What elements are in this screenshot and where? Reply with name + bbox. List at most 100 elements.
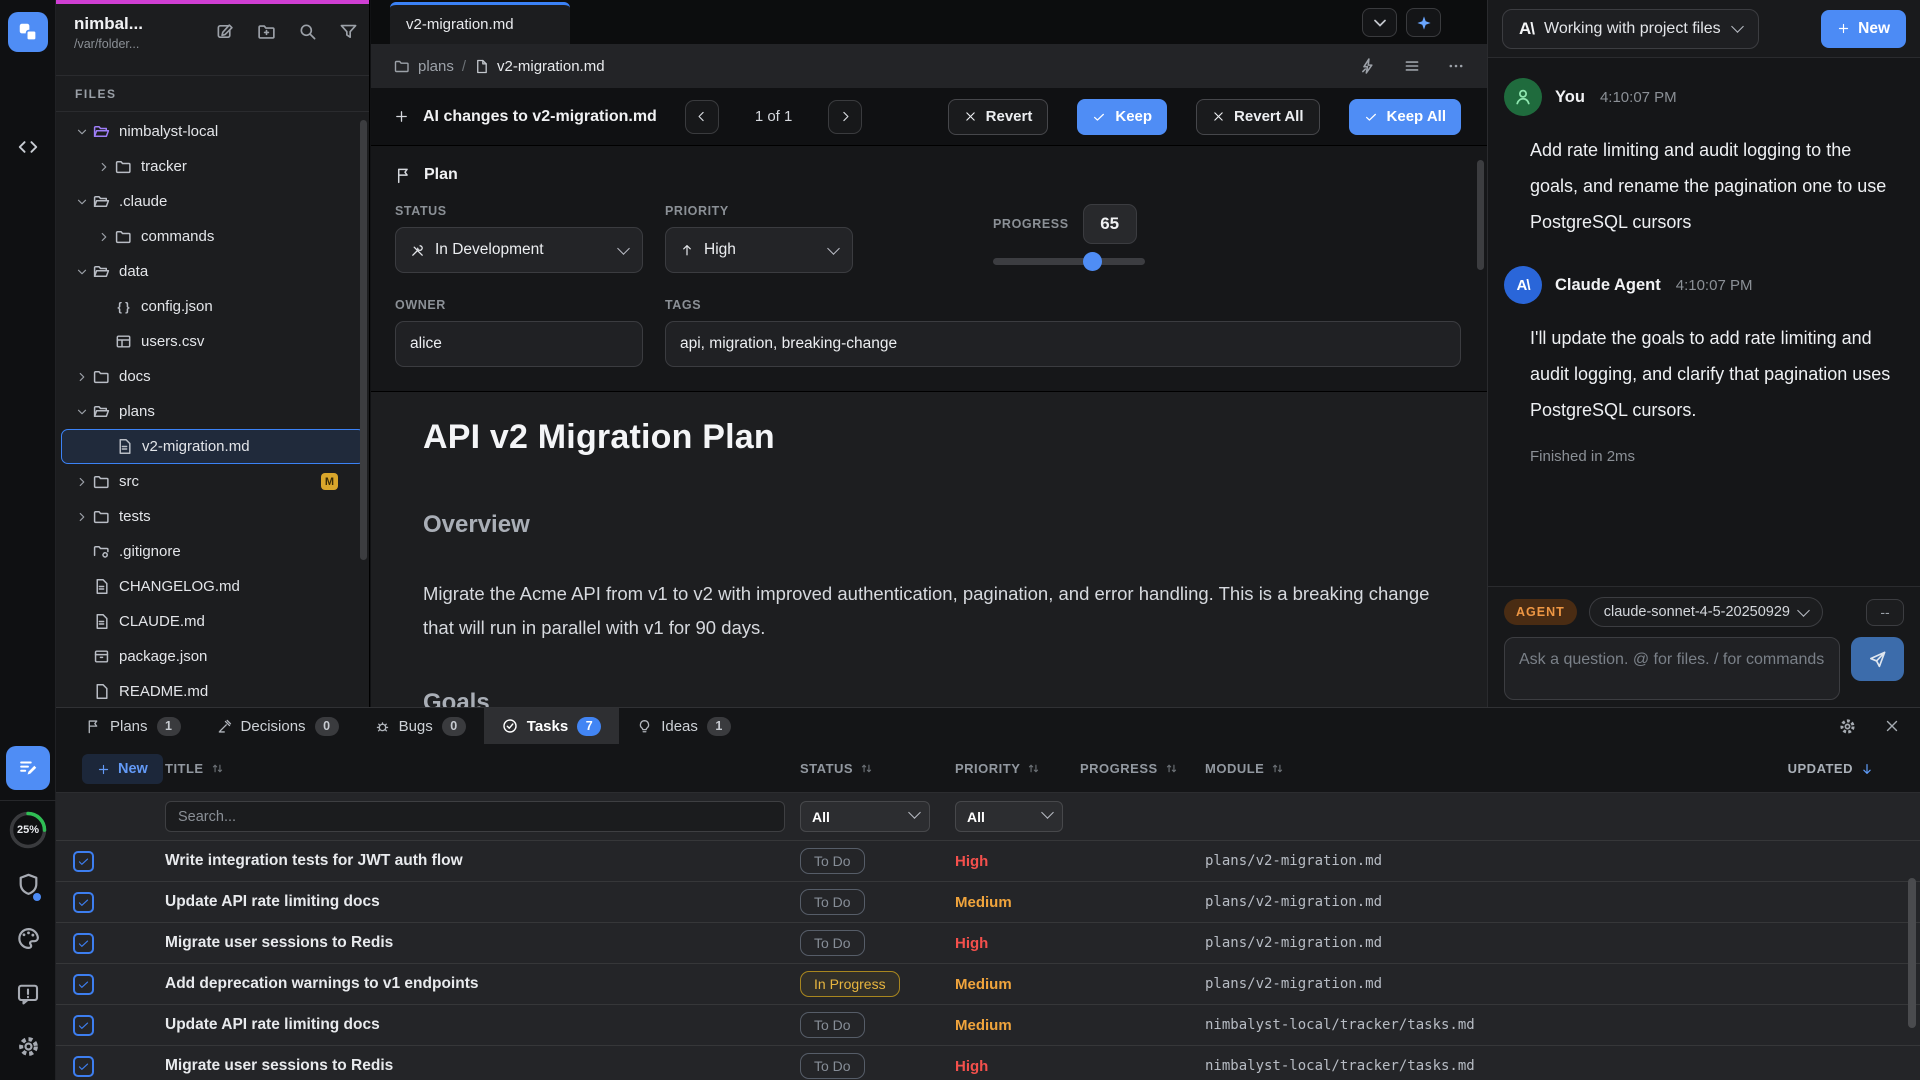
row-checkbox[interactable]	[73, 1015, 94, 1036]
next-change-button[interactable]	[828, 100, 862, 134]
search-icon[interactable]	[298, 22, 317, 41]
tree-item-folder[interactable]: nimbalyst-local	[56, 114, 370, 149]
shield-icon[interactable]	[0, 872, 56, 897]
new-folder-icon[interactable]	[257, 22, 276, 41]
progress-slider[interactable]	[993, 258, 1145, 265]
breadcrumb-folder[interactable]: plans	[418, 58, 454, 75]
chevron-down-icon[interactable]	[75, 125, 89, 139]
tree-item-file[interactable]: package.json	[56, 639, 370, 674]
code-icon[interactable]	[0, 136, 56, 158]
keep-button[interactable]: Keep	[1077, 99, 1167, 135]
tree-item-file[interactable]: CHANGELOG.md	[56, 569, 370, 604]
row-checkbox[interactable]	[73, 974, 94, 995]
chevron-down-icon[interactable]	[75, 265, 89, 279]
ellipsis-icon[interactable]	[1447, 57, 1465, 75]
filter-icon[interactable]	[339, 22, 358, 41]
zap-off-icon[interactable]	[1359, 57, 1377, 75]
tree-item-folder[interactable]: .claude	[56, 184, 370, 219]
column-module[interactable]: MODULE	[1205, 761, 1756, 776]
table-scrollbar[interactable]	[1908, 878, 1916, 1028]
column-title[interactable]: TITLE	[156, 761, 800, 776]
panel-settings-icon[interactable]	[1838, 717, 1857, 736]
tree-item-file[interactable]: .gitignore	[56, 534, 370, 569]
row-checkbox[interactable]	[73, 851, 94, 872]
tab-plans[interactable]: Plans 1	[68, 708, 199, 744]
status-select[interactable]: In Development	[395, 227, 643, 273]
palette-icon[interactable]	[0, 926, 56, 951]
keep-all-button[interactable]: Keep All	[1349, 99, 1461, 135]
model-select[interactable]: claude-sonnet-4-5-20250929	[1589, 597, 1823, 627]
slider-thumb[interactable]	[1083, 252, 1102, 271]
priority-select[interactable]: High	[665, 227, 853, 273]
send-button[interactable]	[1851, 637, 1904, 681]
row-checkbox[interactable]	[73, 1056, 94, 1077]
document-body[interactable]: API v2 Migration Plan Overview Migrate t…	[371, 392, 1487, 707]
new-task-button[interactable]: New	[82, 754, 163, 784]
column-progress[interactable]: PROGRESS	[1080, 761, 1205, 776]
tab-bugs[interactable]: Bugs 0	[357, 708, 484, 744]
revert-button[interactable]: Revert	[948, 99, 1049, 135]
menu-icon[interactable]	[1403, 57, 1421, 75]
status-filter[interactable]: All	[800, 801, 930, 832]
feedback-icon[interactable]	[0, 982, 56, 1006]
tree-item-folder[interactable]: tracker	[56, 149, 370, 184]
column-status[interactable]: STATUS	[800, 761, 955, 776]
compose-icon[interactable]	[216, 22, 235, 41]
composer-more-button[interactable]: --	[1866, 599, 1904, 626]
notes-compose-icon[interactable]	[6, 746, 50, 790]
table-row[interactable]: Update API rate limiting docs To Do Medi…	[56, 1005, 1920, 1046]
tree-item-folder[interactable]: data	[56, 254, 370, 289]
tree-item-folder[interactable]: commands	[56, 219, 370, 254]
tab-ideas[interactable]: Ideas 1	[619, 708, 749, 744]
progress-ring[interactable]: 25%	[8, 810, 48, 850]
progress-value[interactable]: 65	[1083, 204, 1137, 244]
tree-item-file-selected[interactable]: v2-migration.md	[61, 429, 365, 464]
row-checkbox[interactable]	[73, 933, 94, 954]
agent-mode-select[interactable]: A\ Working with project files	[1502, 9, 1759, 49]
tree-item-folder[interactable]: plans	[56, 394, 370, 429]
owner-input[interactable]	[395, 321, 643, 367]
chevron-down-icon[interactable]	[75, 405, 89, 419]
table-row[interactable]: Update API rate limiting docs To Do Medi…	[56, 882, 1920, 923]
tree-item-folder[interactable]: tests	[56, 499, 370, 534]
tree-item-folder[interactable]: src M	[56, 464, 370, 499]
prev-change-button[interactable]	[685, 100, 719, 134]
tree-item-file[interactable]: CLAUDE.md	[56, 604, 370, 639]
column-priority[interactable]: PRIORITY	[955, 761, 1080, 776]
tree-item-folder[interactable]: docs	[56, 359, 370, 394]
row-checkbox[interactable]	[73, 892, 94, 913]
tab-list-dropdown-button[interactable]	[1362, 8, 1397, 37]
chevron-right-icon[interactable]	[75, 370, 89, 384]
tab-tasks[interactable]: Tasks 7	[484, 708, 619, 744]
search-input[interactable]	[165, 801, 785, 832]
sidebar-scrollbar[interactable]	[360, 120, 367, 560]
tab-decisions[interactable]: Decisions 0	[199, 708, 357, 744]
column-updated[interactable]: UPDATED	[1756, 761, 1920, 776]
breadcrumb-file[interactable]: v2-migration.md	[497, 58, 605, 75]
chevron-right-icon[interactable]	[97, 230, 111, 244]
chevron-right-icon[interactable]	[97, 160, 111, 174]
tags-input[interactable]	[665, 321, 1461, 367]
tree-item-file[interactable]: { } config.json	[56, 289, 370, 324]
chat-input[interactable]	[1504, 637, 1840, 700]
table-row[interactable]: Migrate user sessions to Redis To Do Hig…	[56, 1046, 1920, 1080]
table-row[interactable]: Add deprecation warnings to v1 endpoints…	[56, 964, 1920, 1005]
editor-scrollbar[interactable]	[1477, 160, 1484, 270]
chevron-right-icon[interactable]	[75, 475, 89, 489]
app-logo-icon[interactable]	[8, 12, 48, 52]
table-row[interactable]: Migrate user sessions to Redis To Do Hig…	[56, 923, 1920, 964]
tab-v2-migration[interactable]: v2-migration.md	[390, 2, 570, 44]
chevron-right-icon[interactable]	[75, 510, 89, 524]
settings-gear-icon[interactable]	[0, 1034, 56, 1059]
task-title: Migrate user sessions to Redis	[156, 934, 800, 952]
new-chat-button[interactable]: New	[1821, 10, 1906, 48]
chevron-down-icon[interactable]	[75, 195, 89, 209]
sort-icon	[1271, 762, 1284, 775]
revert-all-button[interactable]: Revert All	[1196, 99, 1319, 135]
priority-filter[interactable]: All	[955, 801, 1063, 832]
sparkle-ai-button[interactable]	[1406, 8, 1441, 37]
tree-item-file[interactable]: users.csv	[56, 324, 370, 359]
panel-close-icon[interactable]	[1884, 718, 1900, 734]
table-row[interactable]: Write integration tests for JWT auth flo…	[56, 841, 1920, 882]
tree-item-file[interactable]: README.md	[56, 674, 370, 707]
